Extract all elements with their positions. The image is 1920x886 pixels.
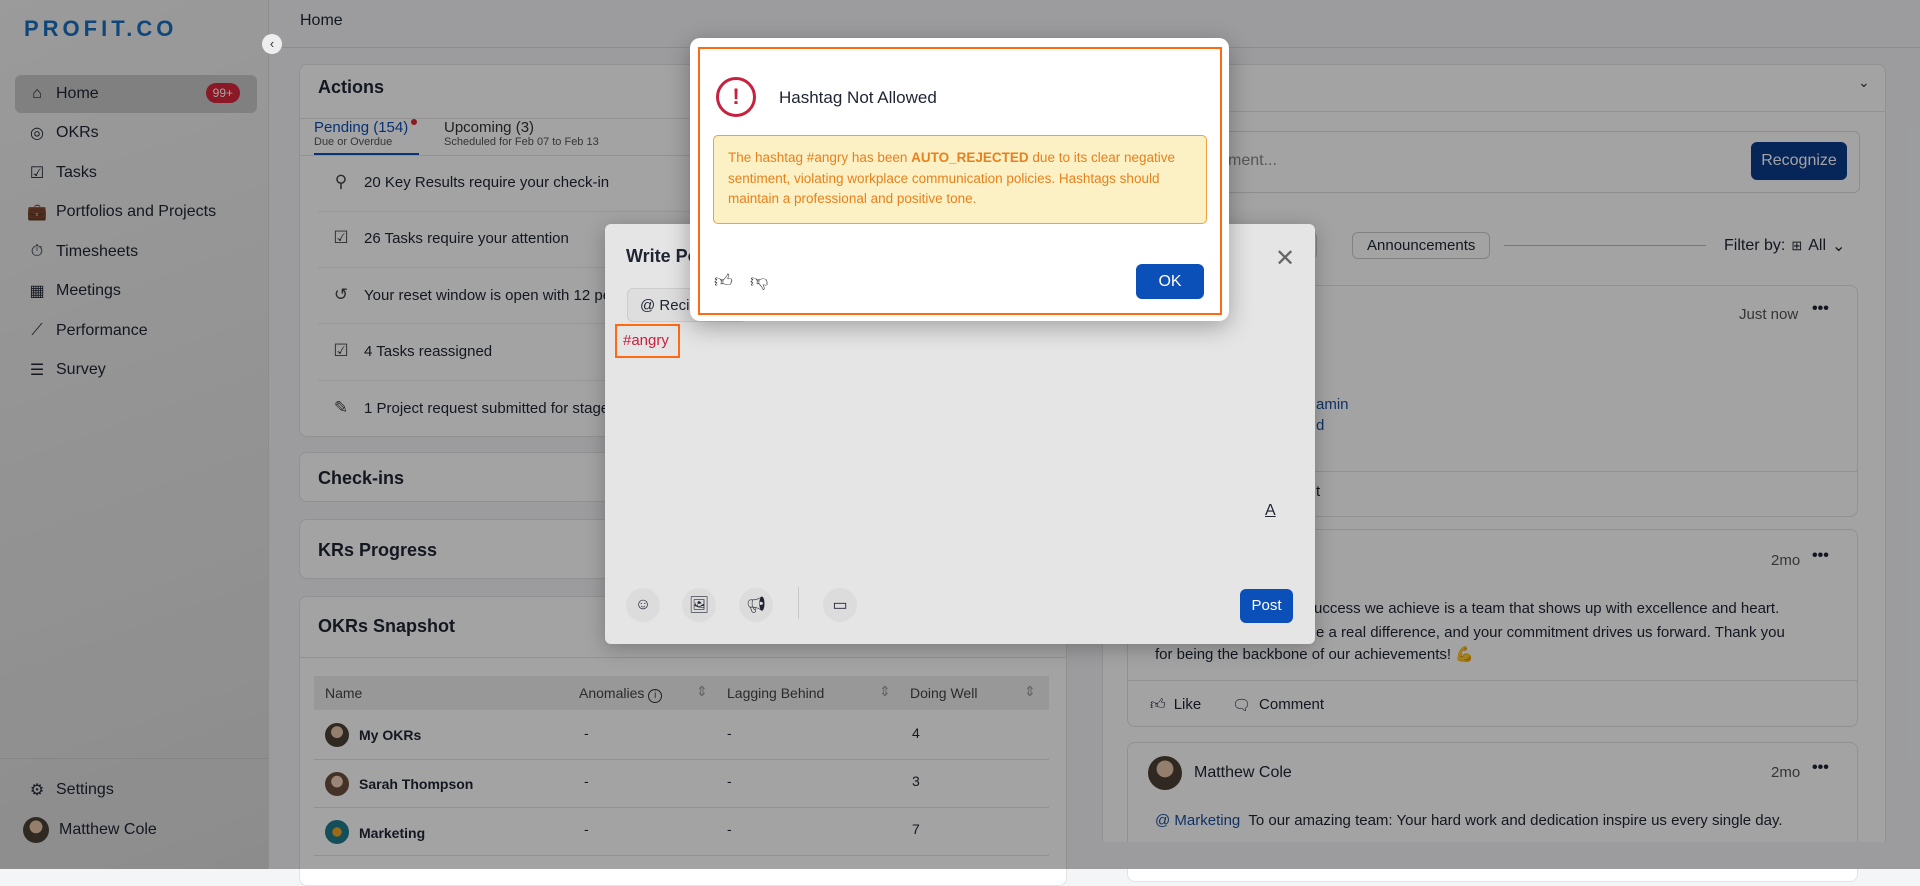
image-icon: 🖼︎ [688,597,710,614]
recipient-label: @ Reci [640,297,690,314]
announcement-button[interactable]: 📢︎ [739,588,773,622]
post-button[interactable]: Post [1240,589,1293,623]
close-icon[interactable]: ✕ [1275,244,1295,273]
thumbs-up-icon[interactable]: 👍︎ [714,270,733,292]
message-status: AUTO_REJECTED [911,150,1029,165]
thumbs-down-icon[interactable]: 👎︎ [750,270,768,292]
video-button[interactable]: ▭ [823,588,857,622]
text-format-icon[interactable]: A [1265,502,1276,520]
megaphone-icon: 📢︎ [745,597,767,614]
divider [798,587,799,619]
hashtag-alert-dialog: ! Hashtag Not Allowed The hashtag #angry… [690,38,1229,321]
collapse-sidebar-button[interactable]: ‹ [262,34,282,54]
alert-title: Hashtag Not Allowed [779,88,937,107]
image-button[interactable]: 🖼︎ [682,588,716,622]
emoji-icon: ☺ [634,596,652,613]
dialog-title: Write Po [626,246,699,266]
alert-icon: ! [716,77,756,117]
alert-message: The hashtag #angry has been AUTO_REJECTE… [713,135,1207,224]
ok-button[interactable]: OK [1136,264,1204,299]
emoji-button[interactable]: ☺ [626,588,660,622]
hashtag-highlight[interactable]: #angry [615,324,680,358]
video-icon: ▭ [832,597,848,614]
message-text: The hashtag #angry has been [728,150,912,165]
